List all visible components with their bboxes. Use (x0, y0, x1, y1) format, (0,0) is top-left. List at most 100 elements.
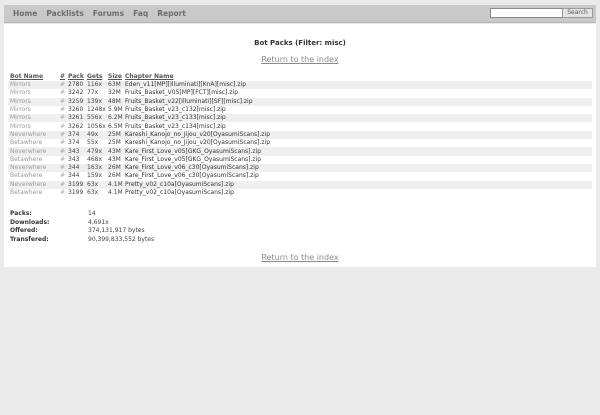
chapter-name-cell: Eden_v11[MP][Illuminati][KnA][misc].zip (123, 81, 592, 90)
chapter-name-cell: Kare_First_Love_v06_c30[OyasumiScans].zi… (123, 163, 592, 173)
bot-stats: Packs: 14 Downloads: 4,691x Offered: 374,131,… (10, 210, 154, 244)
bot-name-cell: Mirrors (10, 106, 31, 114)
stat-row: Packs: 14 (10, 210, 154, 219)
hash-cell: # (60, 122, 66, 130)
stat-value: 4,691x (88, 218, 109, 226)
table-row[interactable]: Neverwhere #344 163x 26M Kare_First_Love_v06… (8, 163, 592, 173)
stat-value: 90,399,833,552 bytes (88, 235, 155, 243)
table-row[interactable]: Mirrors #3261 556x 6.2M Fruits_Basket_v23_c1… (8, 114, 592, 123)
size-cell: 26M (106, 163, 123, 173)
table-row[interactable]: Mirrors #2780 116x 63M Eden_v11[MP][Illumina… (8, 81, 592, 90)
size-cell: 4.1M (106, 180, 123, 189)
size-cell: 6.2M (106, 114, 123, 123)
search-input[interactable] (490, 8, 563, 18)
chapter-name-cell: Fruits_Basket_v22[Illuminati][SF][misc].… (123, 97, 592, 106)
gets-cell: 116x (85, 81, 106, 90)
pack-number-cell: 343 (68, 155, 80, 163)
stat-label: Offered: (10, 227, 38, 235)
table-row[interactable]: Betawhere #374 55x 25M Kareshi_Kanojo_no_Jij… (8, 139, 592, 147)
hash-cell: # (58, 130, 66, 140)
chapter-name-cell: Fruits_Basket_v23_c134[misc].zip (125, 122, 226, 130)
bot-name-cell: Neverwhere (8, 147, 58, 156)
hash-cell: # (58, 114, 66, 123)
hash-cell: # (58, 180, 66, 189)
bot-name-cell: Neverwhere (8, 130, 58, 140)
hash-cell: # (58, 81, 66, 90)
gets-cell: 139x (85, 97, 106, 106)
column-header-chapter-name[interactable]: Chapter Name (123, 72, 592, 81)
column-header-hash[interactable]: # (58, 72, 66, 81)
gets-cell: 1056x (87, 122, 106, 130)
pack-number-cell: 344 (68, 172, 80, 180)
bot-name-cell: Mirrors (8, 81, 58, 90)
chapter-name-cell: Fruits_Basket_V05[MP][FCT][misc].zip (125, 89, 239, 97)
return-to-index-link-bottom[interactable]: Return to the index (4, 253, 596, 262)
hash-cell: # (60, 189, 66, 196)
table-row[interactable]: Mirrors #3262 1056x 6.5M Fruits_Basket_v23_c… (8, 122, 592, 130)
table-row[interactable]: Neverwhere #3199 63x 4.1M Pretty_v02_c10a[Oy… (8, 180, 592, 189)
chapter-name-cell: Fruits_Basket_v23_c132[misc].zip (125, 106, 226, 114)
table-row[interactable]: Mirrors #3242 77x 32M Fruits_Basket_V05[MP][… (8, 89, 592, 97)
return-to-index-link-top[interactable]: Return to the index (4, 55, 596, 64)
bot-name-cell: Neverwhere (8, 163, 58, 173)
size-cell: 25M (106, 130, 123, 140)
table-row[interactable]: Neverwhere #343 479x 43M Kare_First_Love_v05… (8, 147, 592, 156)
nav-forums-link[interactable]: Forums (93, 9, 124, 19)
gets-cell: 468x (87, 155, 103, 163)
table-row[interactable]: Betawhere #3199 63x 4.1M Pretty_v02_c10a[Oya… (8, 189, 592, 197)
gets-cell: 479x (85, 147, 106, 156)
pack-number-cell: 374 (66, 130, 85, 140)
size-cell: 4.1M (108, 189, 123, 196)
hash-cell: # (60, 89, 66, 97)
nav-home-link[interactable]: Home (13, 9, 37, 19)
pack-number-cell: 3262 (68, 122, 84, 130)
nav-report-link[interactable]: Report (157, 9, 186, 19)
table-row[interactable]: Mirrors #3260 1248x 5.9M Fruits_Basket_v23_c… (8, 106, 592, 114)
table-row[interactable]: Mirrors #3259 139x 48M Fruits_Basket_v22[Ill… (8, 97, 592, 106)
hash-cell: # (60, 106, 66, 114)
size-cell: 5.9M (108, 106, 123, 114)
chapter-name-cell: Kare_First_Love_v06_c30[OyasumiScans].zi… (125, 172, 259, 180)
bot-name-cell: Betawhere (10, 155, 43, 163)
column-header-bot-name[interactable]: Bot Name (8, 72, 58, 81)
gets-cell: 63x (85, 180, 106, 189)
gets-cell: 556x (85, 114, 106, 123)
gets-cell: 1248x (87, 106, 106, 114)
table-row[interactable]: Betawhere #344 159x 26M Kare_First_Love_v06_… (8, 172, 592, 180)
stat-value: 374,131,917 bytes (88, 227, 145, 235)
size-cell: 6.5M (108, 122, 123, 130)
column-header-pack[interactable]: Pack (66, 72, 85, 81)
chapter-name-cell: Kare_First_Love_v05[GKG_OyasumiScans].zi… (125, 155, 262, 163)
pack-number-cell: 2780 (66, 81, 85, 90)
pack-number-cell: 3199 (68, 189, 84, 196)
pack-number-cell: 3242 (68, 89, 84, 97)
chapter-name-cell: Fruits_Basket_v23_c133[misc].zip (123, 114, 592, 123)
chapter-name-cell: Pretty_v02_c10a[OyasumiScans].zip (125, 189, 234, 196)
hash-cell: # (58, 97, 66, 106)
stat-value: 14 (88, 210, 96, 217)
gets-cell: 159x (87, 172, 103, 180)
column-header-size[interactable]: Size (106, 72, 123, 81)
size-cell: 32M (108, 89, 121, 97)
chapter-name-cell: Kareshi_Kanojo_no_Jijou_v20[OyasumiScans… (123, 130, 592, 140)
pack-number-cell: 343 (66, 147, 85, 156)
table-row[interactable]: Neverwhere #374 49x 25M Kareshi_Kanojo_no_Ji… (8, 130, 592, 140)
bot-name-cell: Mirrors (8, 97, 58, 106)
hash-cell: # (60, 155, 66, 163)
nav-packlists-link[interactable]: Packlists (46, 9, 83, 19)
size-cell: 43M (108, 155, 121, 163)
bot-name-cell: Betawhere (10, 172, 43, 180)
gets-cell: 49x (85, 130, 106, 140)
nav-faq-link[interactable]: Faq (133, 9, 148, 19)
table-row[interactable]: Betawhere #343 468x 43M Kare_First_Love_v05[… (8, 156, 592, 164)
column-header-gets[interactable]: Gets (85, 72, 106, 81)
pack-number-cell: 3259 (66, 97, 85, 106)
size-cell: 48M (106, 97, 123, 106)
hash-cell: # (60, 139, 66, 147)
pack-number-cell: 374 (68, 139, 80, 147)
packs-table: Bot Name # Pack Gets Size Chapter Name M… (8, 72, 592, 197)
search-button[interactable]: Search (562, 7, 593, 18)
page-title: Bot Packs (Filter: misc) (254, 39, 346, 47)
size-cell: 63M (106, 81, 123, 90)
hash-cell: # (58, 163, 66, 173)
